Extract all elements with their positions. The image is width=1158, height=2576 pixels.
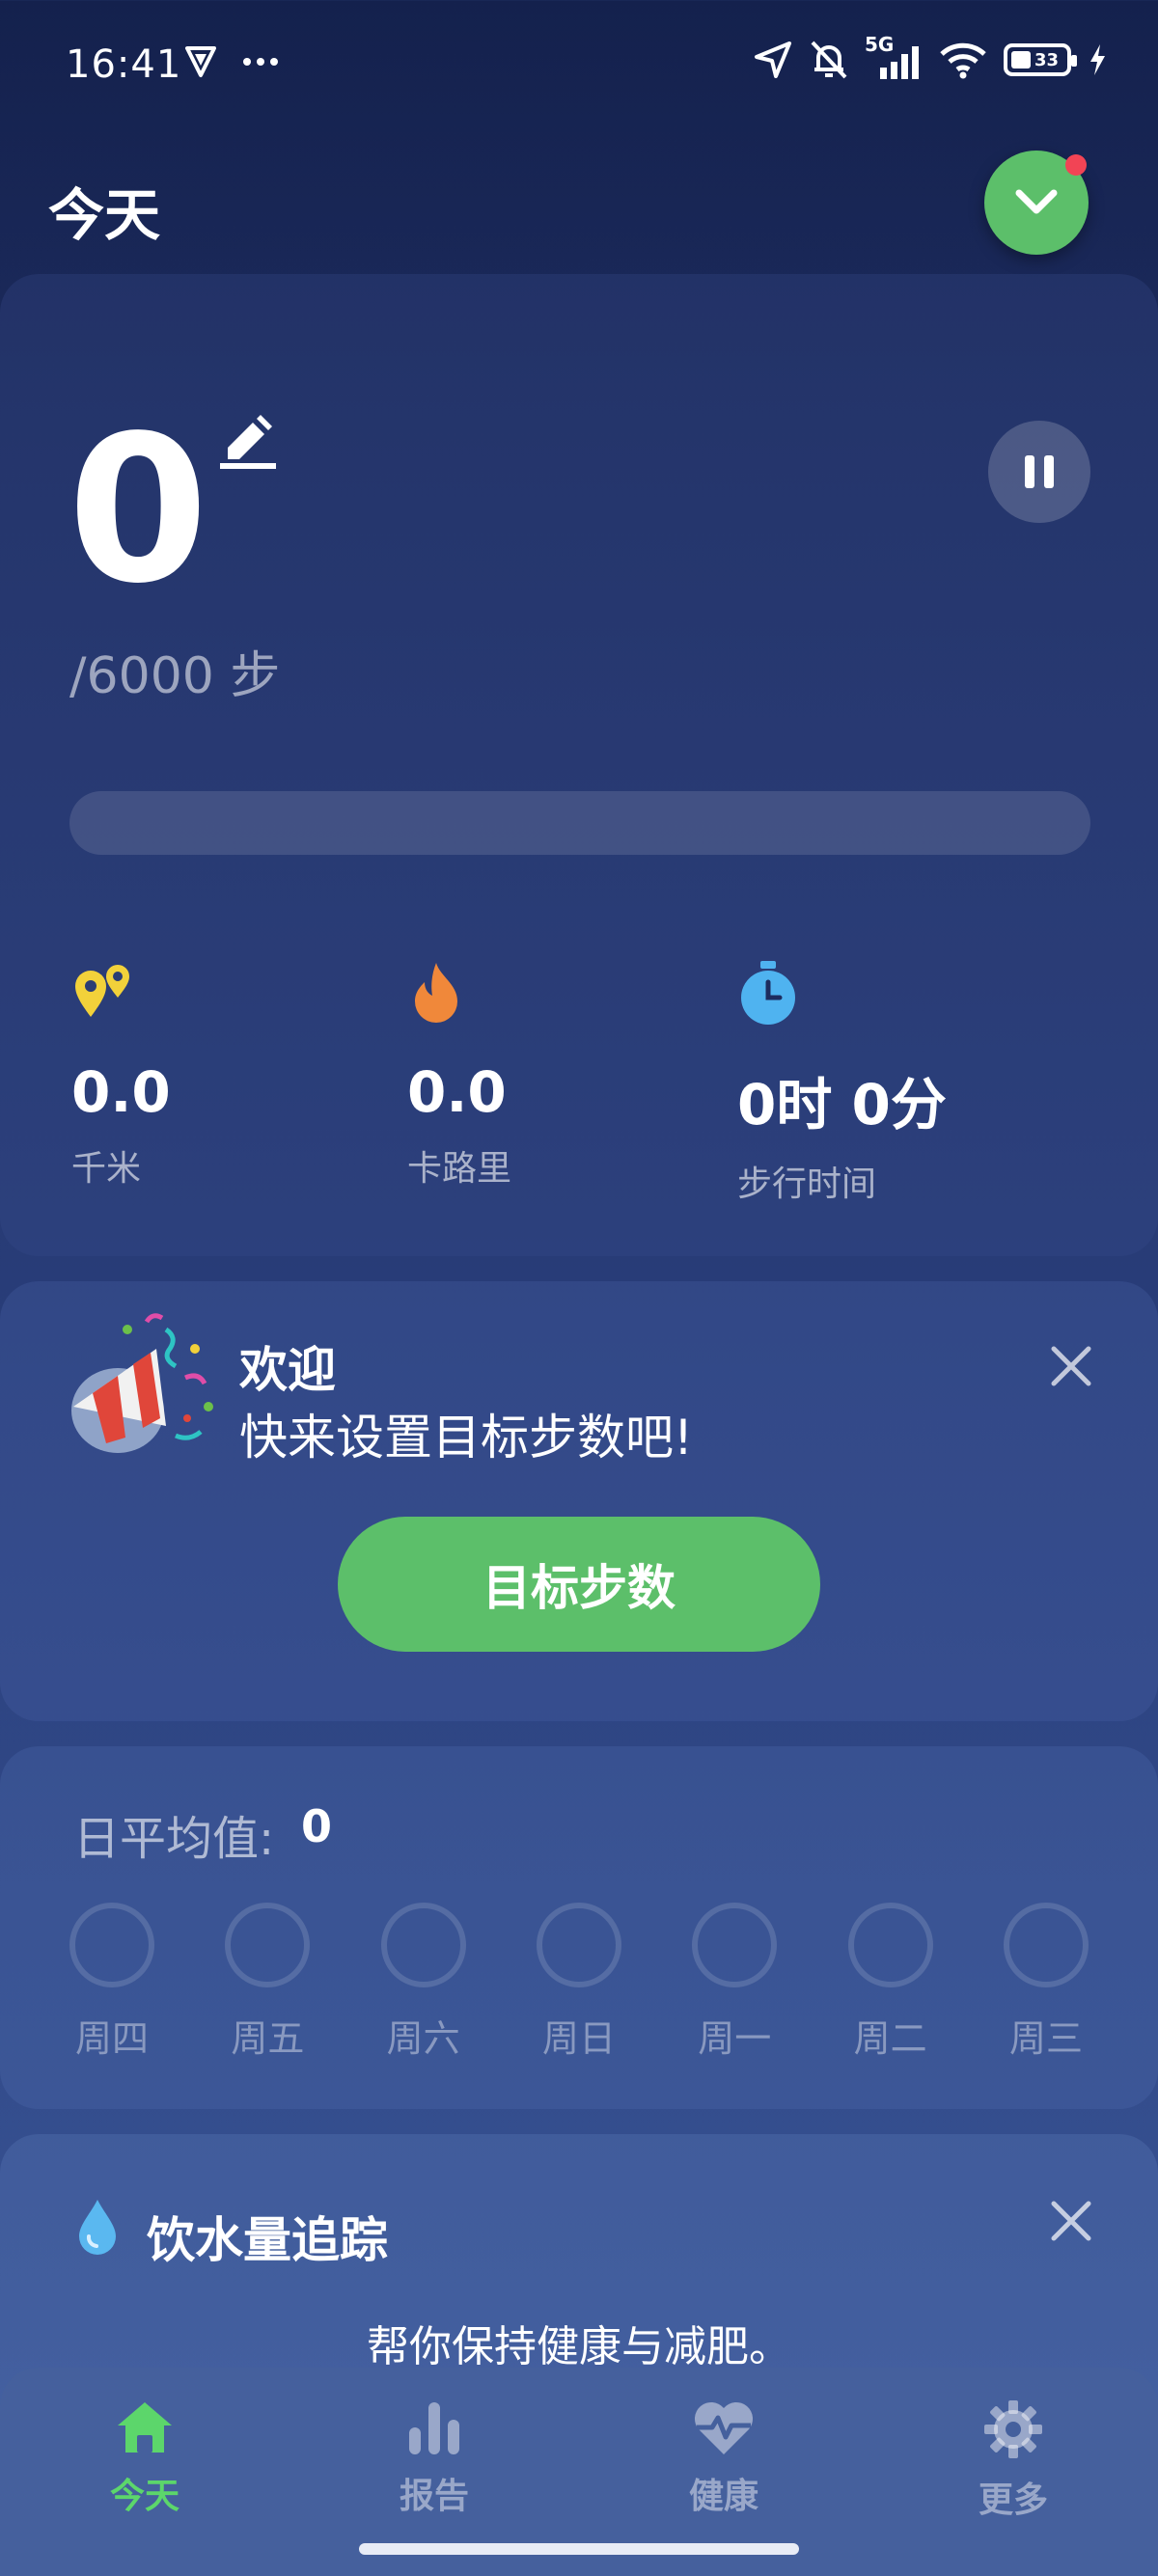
location-arrow-icon: [755, 41, 791, 78]
step-goal: /6000 步: [69, 647, 281, 705]
day-item[interactable]: 周四: [66, 1903, 158, 2062]
page-title: 今天: [48, 182, 161, 248]
stat-distance: 0.0 千米: [71, 959, 171, 1191]
party-popper-icon: [71, 1313, 213, 1453]
gear-icon: [984, 2400, 1042, 2458]
day-item[interactable]: 周二: [844, 1903, 937, 2062]
status-left-icons: [183, 44, 280, 79]
distance-value: 0.0: [71, 1059, 171, 1125]
day-progress-ring: [536, 1903, 621, 1987]
battery-tip: [1071, 55, 1077, 67]
day-label: 周六: [386, 2017, 460, 2060]
daily-average-card: 日平均值: 0 周四 周五 周六 周日 周一 周二 周三: [0, 1746, 1158, 2109]
walk-time-value: 0时 0分: [737, 1072, 947, 1137]
bar-chart-icon: [409, 2402, 459, 2454]
welcome-message: 快来设置目标步数吧!: [239, 1410, 694, 1466]
home-indicator[interactable]: [359, 2543, 799, 2555]
set-goal-button[interactable]: 目标步数: [338, 1517, 820, 1652]
day-label: 周日: [541, 2017, 616, 2060]
nav-more[interactable]: 更多: [917, 2398, 1110, 2576]
day-label: 周二: [853, 2017, 927, 2060]
more-dots-icon: [243, 58, 278, 66]
nav-label: 今天: [109, 2477, 179, 2516]
pause-icon: [1025, 455, 1054, 488]
pause-button[interactable]: [988, 421, 1090, 523]
day-progress-ring: [69, 1903, 154, 1987]
notification-dot: [1065, 154, 1087, 176]
flame-icon: [415, 963, 457, 1023]
edit-icon[interactable]: [218, 409, 278, 471]
calories-value: 0.0: [407, 1059, 507, 1125]
vpn-shield-icon: [185, 46, 216, 77]
daily-average-label: 日平均值:: [73, 1812, 275, 1866]
heart-pulse-icon: [694, 2401, 754, 2454]
day-label: 周一: [698, 2017, 772, 2060]
day-progress-ring: [1003, 1903, 1089, 1987]
battery-fill: [1011, 51, 1031, 69]
distance-pin-icon: [75, 965, 129, 1017]
sync-button[interactable]: [984, 151, 1089, 255]
battery-level: 33: [1034, 49, 1060, 70]
signal-group: 5G: [865, 33, 923, 81]
day-item[interactable]: 周一: [688, 1903, 781, 2062]
day-item[interactable]: 周五: [221, 1903, 314, 2062]
close-icon[interactable]: [1046, 2196, 1096, 2246]
nav-label: 更多: [978, 2480, 1048, 2520]
battery-icon: 33: [1004, 43, 1077, 76]
day-progress-ring: [847, 1903, 933, 1987]
welcome-card: 欢迎 快来设置目标步数吧! 目标步数: [0, 1281, 1158, 1721]
nav-label: 健康: [688, 2477, 758, 2516]
chevron-down-icon: [1015, 189, 1058, 214]
status-right-icons: 5G 33: [753, 33, 1108, 81]
day-progress-ring: [380, 1903, 466, 1987]
daily-average-value: 0: [301, 1800, 333, 1852]
wifi-icon: [940, 42, 986, 79]
stopwatch-icon: [741, 961, 795, 1025]
signal-bars-icon: [880, 46, 919, 79]
day-label: 周三: [1008, 2017, 1083, 2060]
bell-muted-icon: [811, 41, 847, 79]
day-progress-ring: [225, 1903, 311, 1987]
step-progress-bar: [69, 791, 1090, 855]
water-drop-icon: [79, 2200, 116, 2255]
welcome-title: 欢迎: [239, 1342, 336, 1398]
close-icon[interactable]: [1046, 1341, 1096, 1391]
water-subtitle: 帮你保持健康与减肥。: [367, 2322, 791, 2371]
water-title: 饮水量追踪: [147, 2212, 388, 2268]
day-progress-ring: [692, 1903, 778, 1987]
home-icon: [118, 2402, 172, 2453]
status-time: 16:41: [66, 42, 182, 87]
day-item[interactable]: 周三: [1000, 1903, 1092, 2062]
calories-label: 卡路里: [407, 1149, 512, 1189]
steps-card: 0 /6000 步 0.0 千米 0.0 卡路里 0时 0分 步行时间: [0, 274, 1158, 1256]
day-item[interactable]: 周六: [377, 1903, 470, 2062]
nav-today[interactable]: 今天: [48, 2398, 241, 2576]
day-label: 周五: [231, 2017, 305, 2060]
day-item[interactable]: 周日: [533, 1903, 625, 2062]
step-count: 0: [68, 392, 209, 628]
day-label: 周四: [74, 2017, 149, 2060]
distance-label: 千米: [71, 1149, 142, 1189]
stat-walk-time: 0时 0分 步行时间: [737, 959, 947, 1206]
week-days: 周四 周五 周六 周日 周一 周二 周三: [66, 1903, 1092, 2062]
walk-time-label: 步行时间: [737, 1165, 877, 1204]
nav-label: 报告: [399, 2477, 469, 2516]
charging-bolt-icon: [1090, 44, 1105, 75]
status-bar: 16:41 5G 33: [0, 0, 1158, 135]
stat-calories: 0.0 卡路里: [407, 959, 511, 1191]
